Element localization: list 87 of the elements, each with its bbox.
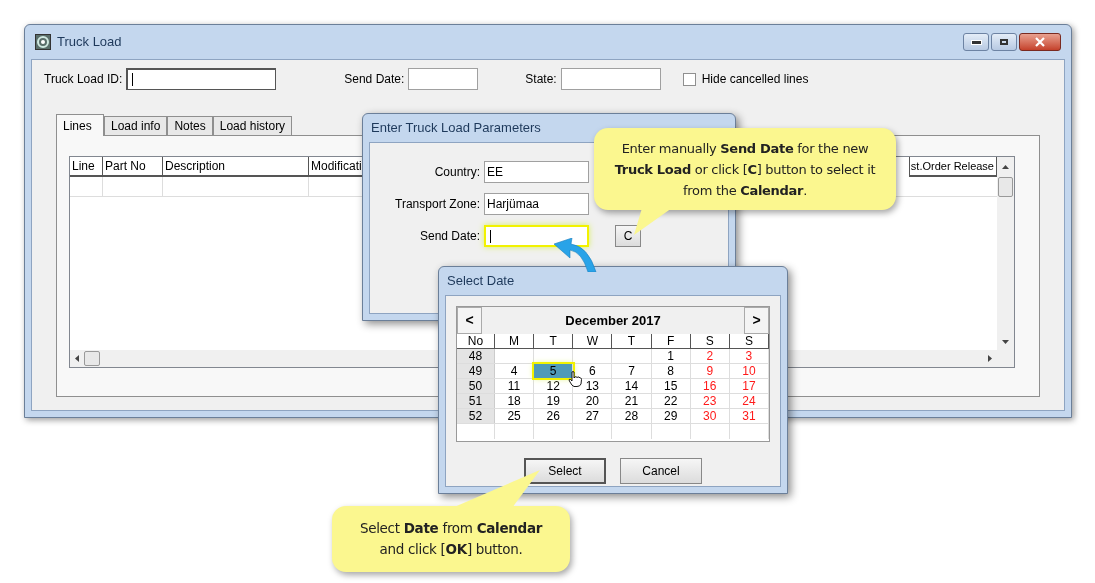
text-field[interactable] [408,68,479,90]
day-cell[interactable]: 20 [573,394,613,408]
day-cell[interactable]: 3 [729,349,769,363]
day-cell[interactable]: 16 [690,379,730,393]
weekday-header: T [612,334,652,348]
day-cell[interactable]: 15 [651,379,691,393]
tab[interactable]: Lines [56,114,104,136]
scroll-right-icon[interactable] [988,355,992,362]
day-cell[interactable]: 26 [534,409,574,423]
column-header[interactable]: Line [70,157,103,177]
day-cell[interactable]: 19 [534,394,574,408]
day-cell[interactable]: 10 [729,364,769,378]
text-cursor [132,73,134,86]
month-title: December 2017 [564,312,662,330]
day-cell[interactable]: 11 [495,379,535,393]
tab[interactable]: Load info [104,116,168,135]
dialog-title: Select Date [447,272,515,291]
tab[interactable]: Notes [167,116,213,135]
day-cell[interactable]: 27 [573,409,613,423]
day-cell[interactable]: 30 [690,409,730,423]
day-cell[interactable]: 28 [612,409,652,423]
scroll-up-icon[interactable] [1002,165,1009,169]
dialog-button[interactable]: Cancel [620,458,702,484]
day-cell[interactable]: 18 [495,394,535,408]
day-cell[interactable]: 23 [690,394,730,408]
field-label: State: [525,71,557,88]
weekday-header: No [457,334,495,348]
column-header[interactable]: Description [163,157,309,177]
close-button[interactable] [1019,33,1061,51]
maximize-button[interactable] [991,33,1017,51]
checkbox[interactable] [682,72,696,86]
day-cell[interactable]: 29 [651,409,691,423]
next-month-button[interactable]: > [744,307,769,334]
day-cell[interactable]: 7 [612,364,652,378]
weekday-header: F [651,334,691,348]
weekday-header: T [534,334,574,348]
dialog-button[interactable]: Select [524,458,606,484]
day-cell[interactable]: 22 [651,394,691,408]
text-field[interactable] [560,68,661,90]
field-label: Send Date: [344,71,405,88]
hand-cursor-icon [568,371,582,387]
text-field[interactable] [126,68,277,90]
minimize-button[interactable] [963,33,989,51]
field-label: Send Date: [418,228,481,245]
week-number: 51 [457,394,495,408]
day-cell[interactable]: 2 [690,349,730,363]
checkbox-label: Hide cancelled lines [701,71,809,88]
text-cursor [490,229,491,243]
day-cell[interactable]: 14 [612,379,652,393]
scroll-thumb[interactable] [998,177,1013,197]
callout-text: Select Date from Calendar and click [OK] button. [358,519,544,559]
field-label: Transport Zone: [394,196,481,213]
day-cell[interactable]: 17 [729,379,769,393]
week-number: 52 [457,409,495,423]
weekday-header: S [690,334,730,348]
maximize-icon [1000,39,1008,45]
scroll-left-icon[interactable] [75,355,79,362]
day-cell[interactable]: 8 [651,364,691,378]
day-cell[interactable]: 31 [729,409,769,423]
column-header[interactable]: Part No [103,157,163,177]
day-cell[interactable]: 5 [534,364,574,378]
week-number: 48 [457,349,495,363]
dialog-title: Enter Truck Load Parameters [371,119,541,138]
week-number: 49 [457,364,495,378]
previous-month-button[interactable]: < [457,307,482,334]
weekday-header: S [729,334,769,348]
minimize-icon [970,39,982,45]
calendar-button[interactable]: C [615,225,641,247]
weekday-header: M [495,334,535,348]
day-cell[interactable]: 21 [612,394,652,408]
callout-text: Enter manually Send Date for the new Truck Load or click [C] button to select it from the Calendar. [613,139,877,200]
day-cell[interactable]: 25 [495,409,535,423]
text-field[interactable]: Harjümaa [484,193,589,215]
window-title: Truck Load [57,33,122,52]
day-cell[interactable]: 1 [651,349,691,363]
weekday-header: W [573,334,613,348]
field-label: Country: [433,164,481,181]
scroll-thumb[interactable] [84,351,100,366]
day-cell[interactable]: 9 [690,364,730,378]
close-icon [1035,37,1045,47]
text-field[interactable]: EE [484,161,589,183]
day-cell[interactable]: 24 [729,394,769,408]
tab[interactable]: Load history [212,116,293,135]
scroll-down-icon[interactable] [1002,340,1009,344]
field-label: Truck Load ID: [44,71,123,88]
app-icon [35,34,51,50]
week-number: 50 [457,379,495,393]
